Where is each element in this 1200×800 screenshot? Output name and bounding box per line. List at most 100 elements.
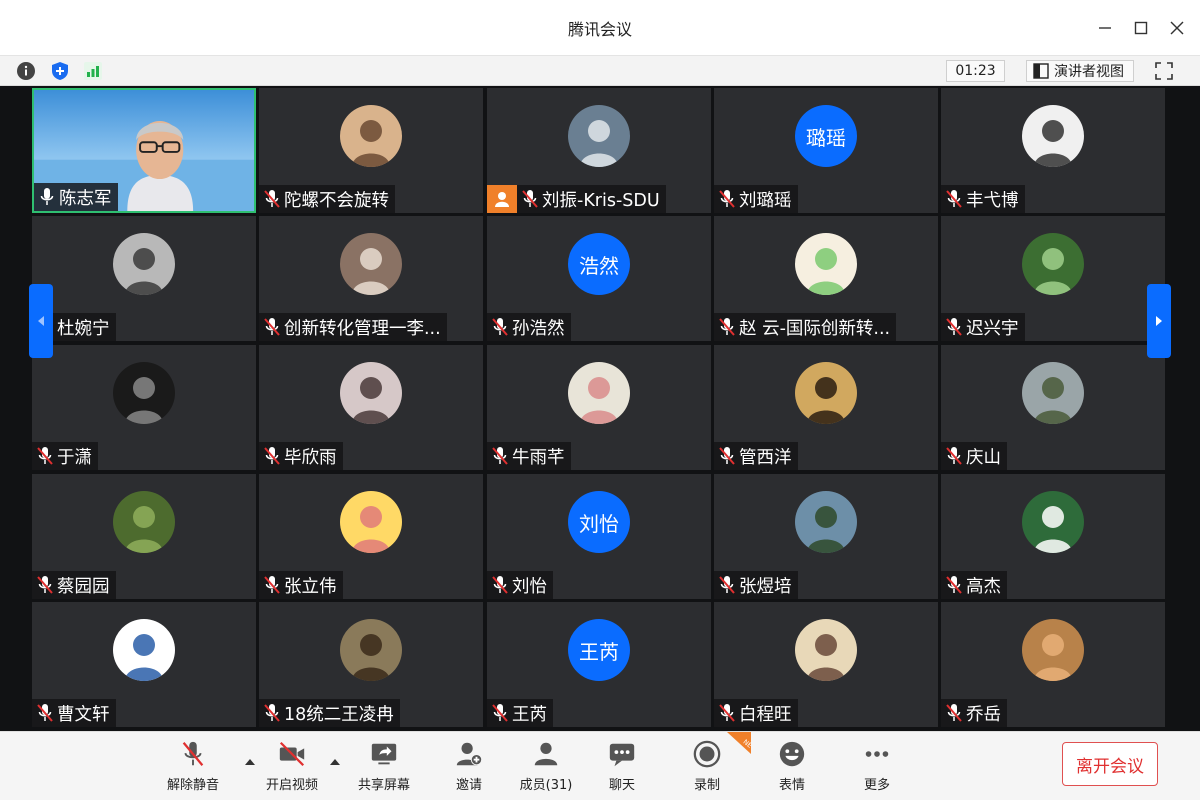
avatar: [340, 491, 402, 553]
participant-tile[interactable]: 毕欣雨: [259, 345, 483, 470]
avatar: [340, 362, 402, 424]
chevron-right-icon: [1156, 316, 1162, 326]
maximize-icon: [1134, 21, 1148, 35]
participant-tile[interactable]: 王芮 王芮: [487, 602, 711, 727]
mic-muted-icon: [719, 704, 735, 722]
participant-tile[interactable]: 高杰: [941, 474, 1165, 599]
avatar: 浩然: [568, 233, 630, 295]
participant-tile[interactable]: 张立伟: [259, 474, 483, 599]
participant-tile[interactable]: 刘振-Kris-SDU: [487, 88, 711, 213]
unmute-button[interactable]: 解除静音: [163, 738, 223, 796]
avatar: [1022, 233, 1084, 295]
fullscreen-button[interactable]: [1152, 60, 1176, 82]
participant-tile[interactable]: 庆山: [941, 345, 1165, 470]
participant-tile[interactable]: 迟兴宇: [941, 216, 1165, 341]
leave-meeting-button[interactable]: 离开会议: [1062, 742, 1158, 786]
participant-name: 刘璐瑶: [739, 190, 792, 211]
share-screen-button[interactable]: 共享屏幕: [354, 738, 414, 796]
participant-tile[interactable]: 陀螺不会旋转: [259, 88, 483, 213]
mic-muted-icon: [37, 576, 53, 594]
next-page-button[interactable]: [1147, 284, 1171, 358]
participant-name: 丰弋博: [966, 190, 1019, 211]
participant-tile[interactable]: 刘怡 刘怡: [487, 474, 711, 599]
mic-muted-icon: [492, 318, 508, 336]
participant-tile[interactable]: 于潇: [32, 345, 256, 470]
participant-name: 杜婉宁: [57, 318, 110, 339]
participant-name: 白程旺: [739, 704, 792, 725]
participant-name: 迟兴宇: [966, 318, 1019, 339]
speaker-view-button[interactable]: 演讲者视图: [1026, 60, 1134, 82]
reactions-button[interactable]: 表情: [762, 738, 822, 796]
chat-label: 聊天: [608, 778, 635, 793]
participant-tile[interactable]: 白程旺: [714, 602, 938, 727]
participant-name-tag: 牛雨芊: [487, 442, 571, 470]
security-button[interactable]: [47, 58, 73, 84]
audio-options-caret[interactable]: [244, 752, 256, 765]
participant-tile[interactable]: 杜婉宁: [32, 216, 256, 341]
invite-label: 邀请: [455, 778, 482, 793]
network-status-button[interactable]: [80, 58, 106, 84]
participant-tile[interactable]: 陈志军: [32, 88, 256, 213]
avatar: [113, 491, 175, 553]
participant-tile[interactable]: 丰弋博: [941, 88, 1165, 213]
more-button[interactable]: 更多: [847, 738, 907, 796]
avatar: 刘怡: [568, 491, 630, 553]
maximize-button[interactable]: [1126, 14, 1156, 42]
members-label: 成员(31): [519, 778, 573, 793]
avatar: 璐瑶: [795, 105, 857, 167]
participant-tile[interactable]: 赵 云-国际创新转...: [714, 216, 938, 341]
participant-name-tag: 管西洋: [714, 442, 798, 470]
mic-muted-icon: [946, 447, 962, 465]
info-button[interactable]: [13, 58, 39, 84]
participant-name: 刘怡: [512, 576, 547, 597]
participant-tile[interactable]: 蔡园园: [32, 474, 256, 599]
host-user-icon: [495, 192, 509, 207]
participant-name: 蔡园园: [57, 576, 110, 597]
participant-grid: 陈志军 陀螺不会旋转 刘振-Kris-SDU 璐瑶 刘璐瑶 丰弋博 杜婉宁 创新转化管理一李.…: [0, 86, 1200, 731]
participant-tile[interactable]: 张煜培: [714, 474, 938, 599]
smile-icon: [779, 741, 805, 767]
mic-muted-icon: [264, 576, 280, 594]
caret-up-icon: [245, 759, 255, 765]
more-dots-icon: [865, 751, 889, 757]
reactions-label: 表情: [778, 778, 805, 793]
participant-tile[interactable]: 曹文轩: [32, 602, 256, 727]
signal-icon: [84, 62, 102, 80]
shield-icon: [52, 62, 68, 80]
caret-up-icon: [330, 759, 340, 765]
participant-name-tag: 刘怡: [487, 571, 553, 599]
participant-name-tag: 创新转化管理一李...: [259, 313, 447, 341]
participant-tile[interactable]: 乔岳: [941, 602, 1165, 727]
participant-tile[interactable]: 18统二王凌冉: [259, 602, 483, 727]
participant-tile[interactable]: 牛雨芊: [487, 345, 711, 470]
participant-tile[interactable]: 管西洋: [714, 345, 938, 470]
participant-name: 张煜培: [739, 576, 792, 597]
start-video-button[interactable]: 开启视频: [262, 738, 322, 796]
participant-name: 于潇: [57, 447, 92, 468]
share-screen-label: 共享屏幕: [357, 778, 410, 793]
participant-name: 曹文轩: [57, 704, 110, 725]
participant-tile[interactable]: 浩然 孙浩然: [487, 216, 711, 341]
minimize-button[interactable]: [1090, 14, 1120, 42]
close-button[interactable]: [1162, 14, 1192, 42]
previous-page-button[interactable]: [29, 284, 53, 358]
chat-button[interactable]: 聊天: [592, 738, 652, 796]
members-button[interactable]: 成员(31): [516, 738, 576, 796]
members-icon: [534, 742, 558, 766]
invite-button[interactable]: 邀请: [439, 738, 499, 796]
mic-muted-icon: [946, 318, 962, 336]
participant-tile[interactable]: 创新转化管理一李...: [259, 216, 483, 341]
avatar: [113, 619, 175, 681]
mic-muted-icon: [719, 447, 735, 465]
participant-name: 管西洋: [739, 447, 792, 468]
mic-muted-icon: [182, 741, 204, 766]
avatar: [113, 362, 175, 424]
video-options-caret[interactable]: [329, 752, 341, 765]
avatar: [340, 105, 402, 167]
new-badge-icon: NEW: [727, 732, 751, 754]
participant-name: 陀螺不会旋转: [284, 190, 389, 211]
avatar: [340, 619, 402, 681]
participant-tile[interactable]: 璐瑶刘璐瑶: [714, 88, 938, 213]
mic-muted-icon: [264, 447, 280, 465]
info-icon: [17, 62, 35, 80]
